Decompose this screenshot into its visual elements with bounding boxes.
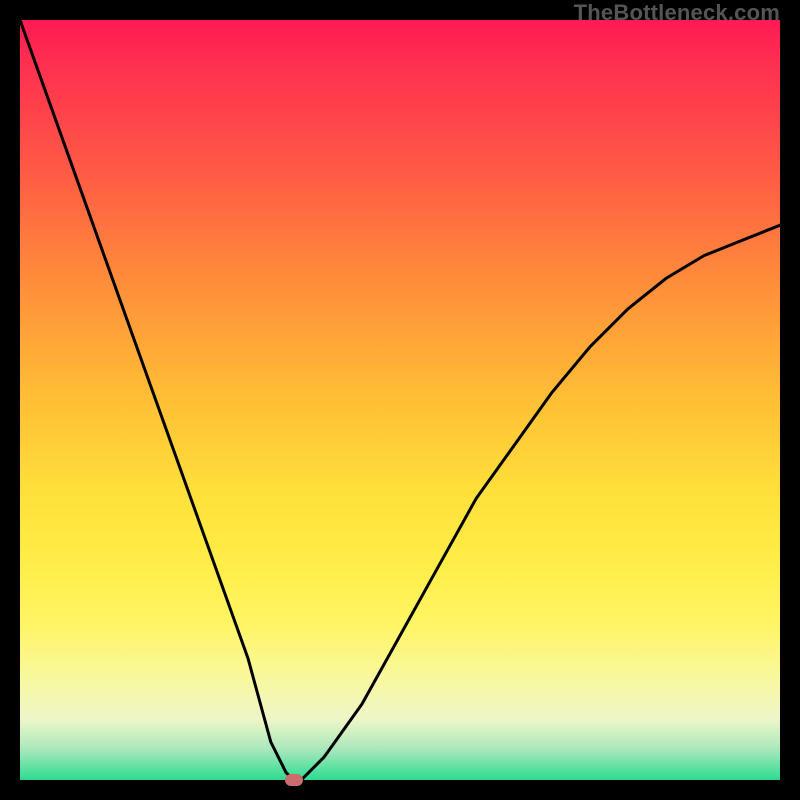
chart-frame: TheBottleneck.com [0,0,800,800]
watermark: TheBottleneck.com [574,0,780,26]
plot-area [20,20,780,780]
curve-layer [20,20,780,780]
bottleneck-curve [20,20,780,780]
optimum-marker [285,774,303,786]
